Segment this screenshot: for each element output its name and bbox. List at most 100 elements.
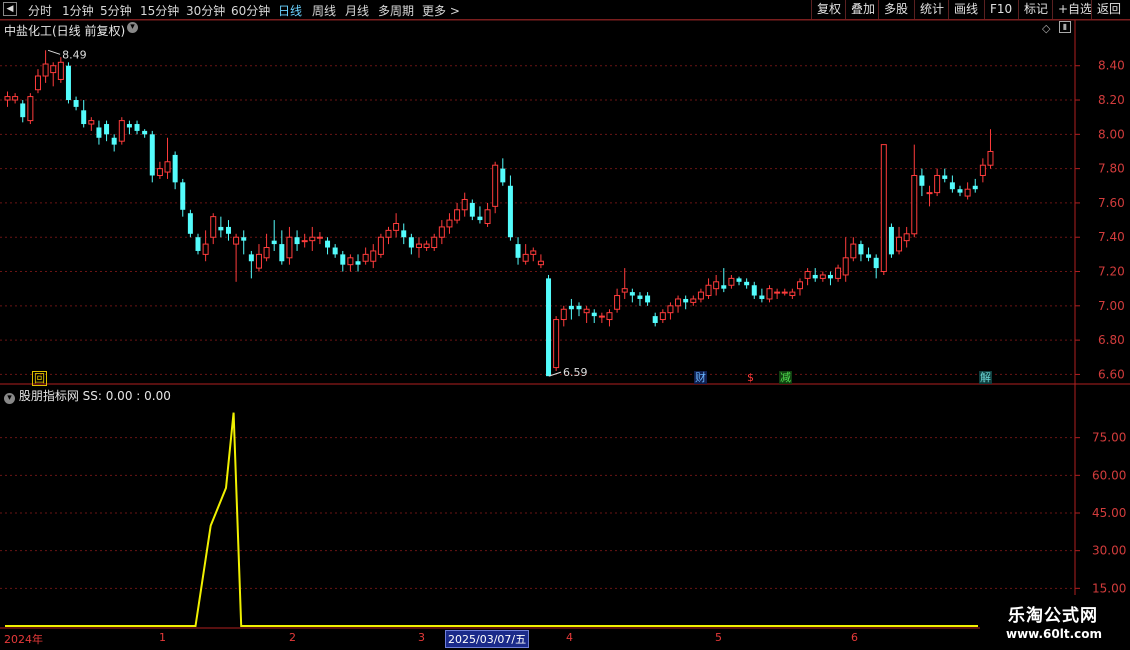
indicator-tick-label: 15.00	[1092, 581, 1126, 595]
candle-body	[949, 182, 955, 190]
price-tick-label: 6.80	[1098, 333, 1125, 347]
candle-body	[972, 185, 978, 190]
candle-body	[73, 100, 79, 107]
candle-body	[652, 316, 658, 323]
event-marker[interactable]: 财	[694, 371, 707, 384]
price-tick-label: 7.00	[1098, 299, 1125, 313]
candle-body	[218, 226, 224, 231]
candle-body	[515, 244, 521, 258]
candle-body	[401, 230, 407, 238]
candle-body	[469, 202, 475, 217]
candle-body	[370, 250, 377, 262]
price-tick-label: 7.80	[1098, 162, 1125, 176]
chart-title: 中盐化工(日线 前复权)	[4, 24, 126, 38]
candle-body	[919, 175, 925, 186]
event-marker[interactable]: 减	[779, 371, 792, 384]
candle-body	[279, 244, 285, 262]
candle-body	[880, 144, 887, 273]
candle-body	[492, 164, 499, 207]
candle-body	[164, 161, 171, 173]
indicator-tick-label: 45.00	[1092, 506, 1126, 520]
candle-body	[355, 261, 361, 265]
candle-body	[202, 243, 209, 255]
chevron-down-icon[interactable]: ▾	[127, 22, 138, 33]
indicator-title: ▾ 股朋指标网 SS: 0.00 : 0.00	[4, 387, 171, 404]
candle-body	[751, 285, 757, 296]
candle-body	[34, 75, 41, 91]
candle-body	[911, 174, 918, 235]
candle-body	[667, 305, 674, 314]
candle-body	[325, 240, 331, 248]
candle-body	[621, 288, 628, 293]
candle-body	[12, 96, 19, 101]
candle-body	[362, 253, 369, 262]
marker-label: 解	[980, 371, 991, 384]
candle-body	[241, 237, 247, 241]
candle-body	[446, 219, 453, 228]
price-tick-label: 8.40	[1098, 59, 1125, 73]
candle-body	[926, 192, 933, 195]
price-tick-label: 8.00	[1098, 127, 1125, 141]
candle-body	[195, 237, 201, 251]
candle-body	[118, 120, 125, 142]
candle-body	[332, 247, 338, 255]
event-marker[interactable]: 回	[32, 371, 47, 386]
candle-body	[766, 288, 773, 300]
price-tick-label: 7.60	[1098, 196, 1125, 210]
candle-body	[20, 103, 26, 118]
ss-indicator-line	[5, 412, 978, 627]
candle-body	[111, 137, 117, 145]
high-pointer	[47, 49, 61, 55]
candle-body	[744, 281, 750, 286]
candle-body	[866, 254, 872, 258]
candle-body	[263, 247, 270, 259]
candle-body	[438, 226, 445, 238]
candle-body	[537, 260, 544, 266]
chevron-down-icon[interactable]: ▾	[4, 393, 15, 404]
candle-body	[454, 209, 461, 221]
candle-body	[583, 308, 590, 314]
kline-chart[interactable]: 75.00 60.00 45.00 30.00 15.00 8.40 8.20 8.00 7.…	[0, 0, 1130, 650]
event-marker[interactable]: $	[746, 371, 755, 384]
candle-body	[522, 253, 529, 262]
marker-label: $	[747, 371, 754, 384]
candle-body	[934, 174, 941, 194]
candle-body	[576, 305, 582, 310]
watermark-url: www.60lt.com	[1006, 627, 1103, 641]
candle-body	[461, 198, 468, 211]
candle-body	[156, 168, 163, 176]
candle-body	[850, 243, 857, 259]
price-tick-label: 8.20	[1098, 93, 1125, 107]
candle-body	[42, 63, 49, 77]
candle-body	[637, 295, 643, 299]
candle-body	[248, 254, 254, 262]
candle-body	[96, 127, 102, 138]
candle-body	[385, 229, 392, 238]
price-tick-label: 7.20	[1098, 265, 1125, 279]
candle-body	[888, 226, 894, 255]
diamond-icon[interactable]: ◇	[1042, 22, 1050, 35]
candle-body	[50, 65, 57, 74]
candle-body	[316, 236, 323, 239]
candle-body	[873, 257, 879, 269]
candle-body	[591, 312, 597, 317]
watermark-title: 乐淘公式网	[1008, 606, 1098, 626]
candle-body	[697, 291, 704, 300]
candle-body	[774, 291, 781, 294]
candle-body	[126, 124, 132, 128]
candle-body	[804, 271, 811, 279]
timeline-label: 2024年	[4, 633, 43, 646]
panel-toggle-icon[interactable]: ▮	[1059, 21, 1071, 33]
candle-body	[942, 175, 948, 179]
candle-body	[57, 61, 64, 80]
candle-body	[560, 308, 567, 321]
candle-body	[294, 237, 300, 245]
candle-body	[65, 65, 71, 101]
candle-body	[683, 298, 689, 303]
candle-body	[286, 236, 293, 259]
candle-body	[484, 209, 491, 225]
indicator-tick-label: 60.00	[1092, 468, 1126, 482]
candle-body	[301, 240, 308, 243]
event-marker[interactable]: 解	[979, 371, 992, 384]
candle-body	[713, 281, 720, 290]
